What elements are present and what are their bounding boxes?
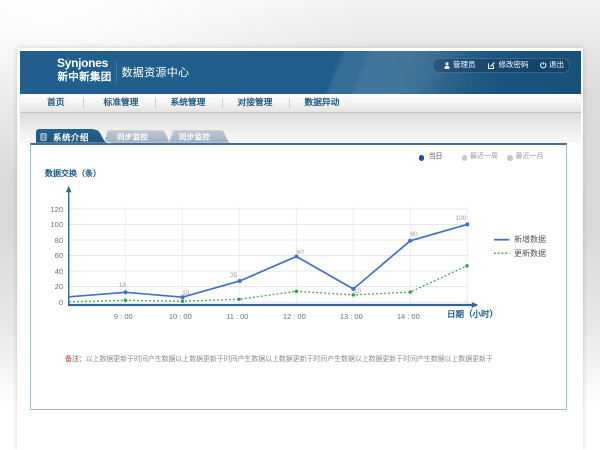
svg-text:同步监控: 同步监控 — [179, 132, 210, 142]
svg-text:同步监控: 同步监控 — [117, 132, 148, 142]
svg-text:系统介绍: 系统介绍 — [53, 133, 89, 143]
